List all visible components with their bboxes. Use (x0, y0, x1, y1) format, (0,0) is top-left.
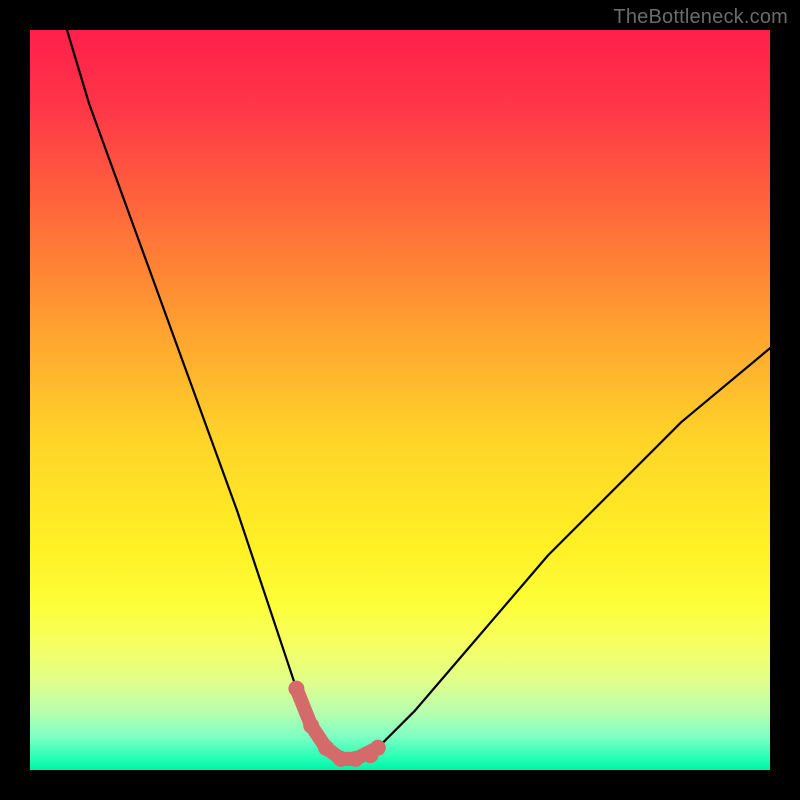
highlight-marker (288, 681, 304, 697)
chart-frame: TheBottleneck.com (0, 0, 800, 800)
highlight-marker (348, 751, 364, 767)
highlight-marker (333, 751, 349, 767)
highlight-marker (370, 740, 386, 756)
highlight-marker (303, 718, 319, 734)
gradient-background (30, 30, 770, 770)
watermark-text: TheBottleneck.com (613, 6, 788, 29)
bottleneck-chart (30, 30, 770, 770)
highlight-marker (318, 740, 334, 756)
plot-area (30, 30, 770, 770)
